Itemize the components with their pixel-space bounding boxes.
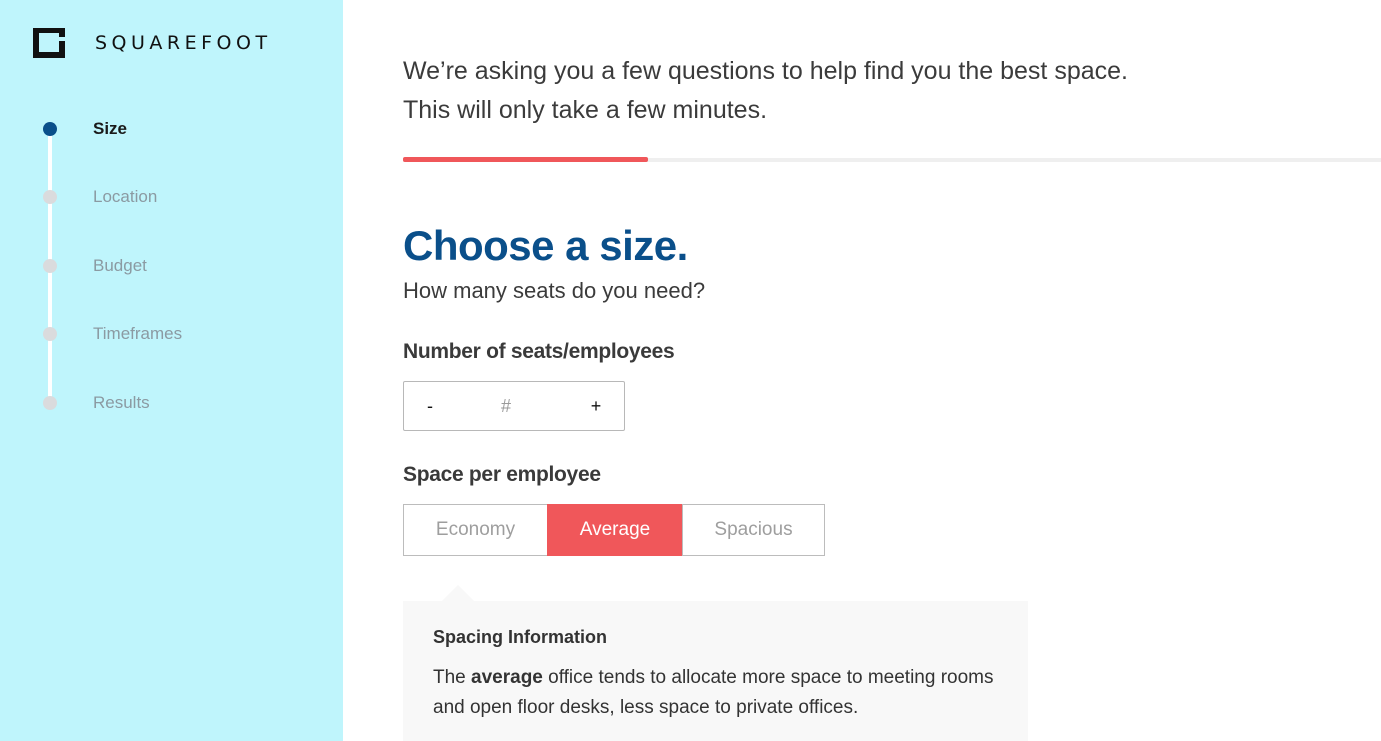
info-text: The average office tends to allocate mor… bbox=[433, 663, 1003, 723]
squarefoot-logo-icon bbox=[33, 28, 65, 58]
step-label: Location bbox=[93, 187, 158, 206]
step-label: Budget bbox=[93, 256, 147, 275]
seats-input[interactable] bbox=[456, 390, 556, 422]
progress-bar bbox=[403, 157, 1381, 162]
page-title: Choose a size. bbox=[403, 222, 688, 269]
spacing-info-panel: Spacing Information The average office t… bbox=[403, 601, 1028, 741]
space-option-average[interactable]: Average bbox=[547, 504, 683, 556]
sidebar: SQUAREFOOT Size Location Budget Timefram… bbox=[0, 0, 343, 741]
progress-fill bbox=[403, 157, 648, 162]
increment-button[interactable]: + bbox=[570, 382, 622, 430]
decrement-button[interactable]: - bbox=[404, 382, 456, 430]
info-title: Spacing Information bbox=[433, 627, 608, 647]
step-dot-icon bbox=[43, 259, 57, 273]
intro-line-2: This will only take a few minutes. bbox=[403, 96, 768, 124]
intro-line-1: We’re asking you a few questions to help… bbox=[403, 57, 1128, 85]
space-option-economy[interactable]: Economy bbox=[403, 504, 548, 556]
step-dot-icon bbox=[43, 396, 57, 410]
info-pointer bbox=[442, 585, 474, 601]
seats-label: Number of seats/employees bbox=[403, 340, 675, 363]
seats-stepper: - + bbox=[403, 381, 625, 431]
step-dot-icon bbox=[43, 122, 57, 136]
space-option-spacious[interactable]: Spacious bbox=[682, 504, 825, 556]
step-label: Size bbox=[93, 119, 128, 138]
space-label: Space per employee bbox=[403, 463, 601, 486]
intro-text: We’re asking you a few questions to help… bbox=[403, 52, 1128, 130]
info-text-bold: average bbox=[471, 667, 543, 688]
step-dot-icon bbox=[43, 190, 57, 204]
step-label: Timeframes bbox=[93, 324, 183, 343]
page-subtitle: How many seats do you need? bbox=[403, 278, 706, 303]
step-dot-icon bbox=[43, 327, 57, 341]
info-text-prefix: The bbox=[433, 667, 472, 688]
brand-name: SQUAREFOOT bbox=[95, 32, 272, 54]
brand-logo[interactable]: SQUAREFOOT bbox=[33, 28, 272, 58]
step-label: Results bbox=[93, 393, 150, 412]
